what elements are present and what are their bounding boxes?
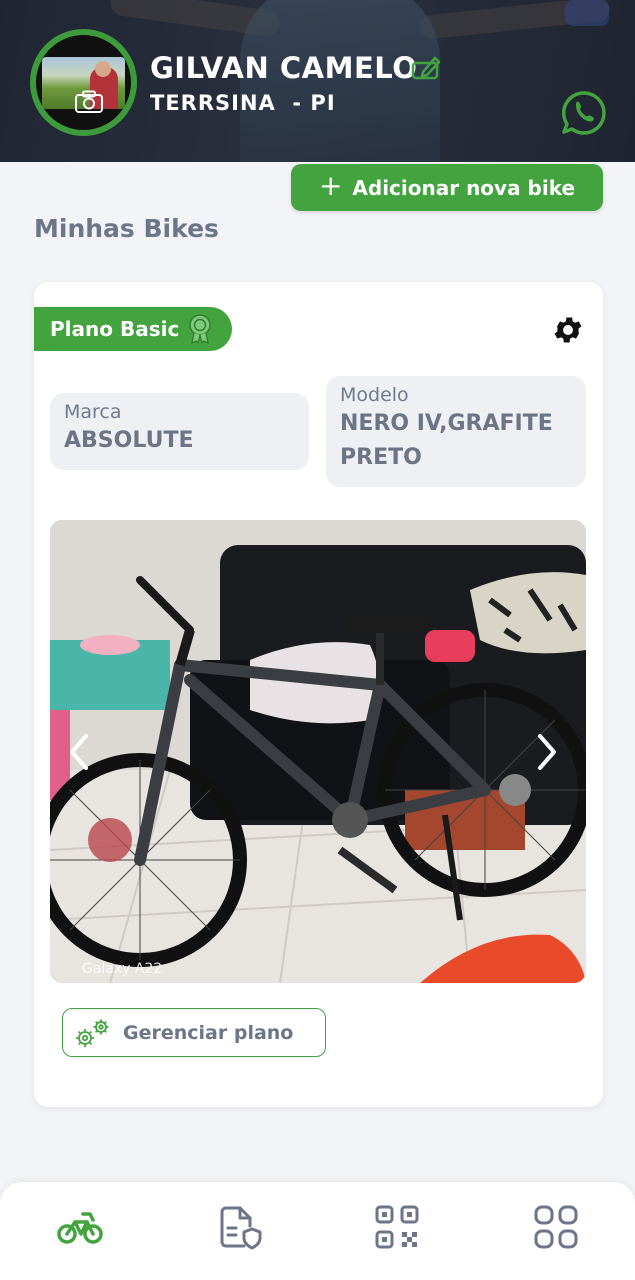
bike-photo: [50, 520, 586, 983]
camera-icon[interactable]: [74, 90, 104, 114]
model-value-line1: NERO IV,GRAFITE: [340, 411, 553, 436]
photo-watermark: Galaxy A22: [82, 961, 163, 977]
model-label: Modelo: [340, 384, 409, 406]
brand-value: ABSOLUTE: [64, 428, 194, 453]
brand-field: Marca ABSOLUTE: [50, 393, 309, 470]
profile-header: GILVAN CAMELO TERRSINA - PI: [0, 0, 635, 162]
add-bike-button[interactable]: + Adicionar nova bike: [291, 164, 603, 211]
whatsapp-icon[interactable]: [561, 90, 607, 136]
qr-code-icon[interactable]: [372, 1202, 422, 1252]
plan-label: Plano Basic: [50, 317, 180, 341]
bike-photo-carousel[interactable]: Galaxy A22: [50, 520, 586, 983]
edit-icon[interactable]: [411, 53, 441, 81]
avatar[interactable]: [30, 29, 137, 136]
document-shield-icon[interactable]: [214, 1202, 264, 1252]
add-bike-label: Adicionar nova bike: [352, 175, 576, 200]
bike-card: Plano Basic Marca ABSOLUTE Modelo NERO I…: [34, 282, 603, 1107]
medal-icon: [189, 314, 212, 344]
model-field: Modelo NERO IV,GRAFITE PRETO: [326, 376, 586, 487]
grid-icon[interactable]: [531, 1202, 581, 1252]
user-name: GILVAN CAMELO: [150, 51, 418, 85]
plus-icon: +: [318, 169, 343, 202]
section-title: Minhas Bikes: [34, 214, 219, 243]
brand-label: Marca: [64, 401, 122, 423]
bike-icon[interactable]: [55, 1202, 105, 1252]
gears-icon: [76, 1019, 109, 1047]
previous-photo-icon[interactable]: [64, 732, 94, 772]
manage-plan-button[interactable]: Gerenciar plano: [62, 1008, 326, 1057]
manage-plan-label: Gerenciar plano: [123, 1021, 294, 1044]
model-value-line2: PRETO: [340, 445, 422, 470]
bottom-navigation: [0, 1182, 635, 1280]
plan-badge: Plano Basic: [34, 307, 232, 351]
user-location: TERRSINA - PI: [150, 91, 336, 115]
gear-icon[interactable]: [551, 313, 585, 347]
avatar-head: [95, 61, 111, 77]
next-photo-icon[interactable]: [532, 732, 562, 772]
